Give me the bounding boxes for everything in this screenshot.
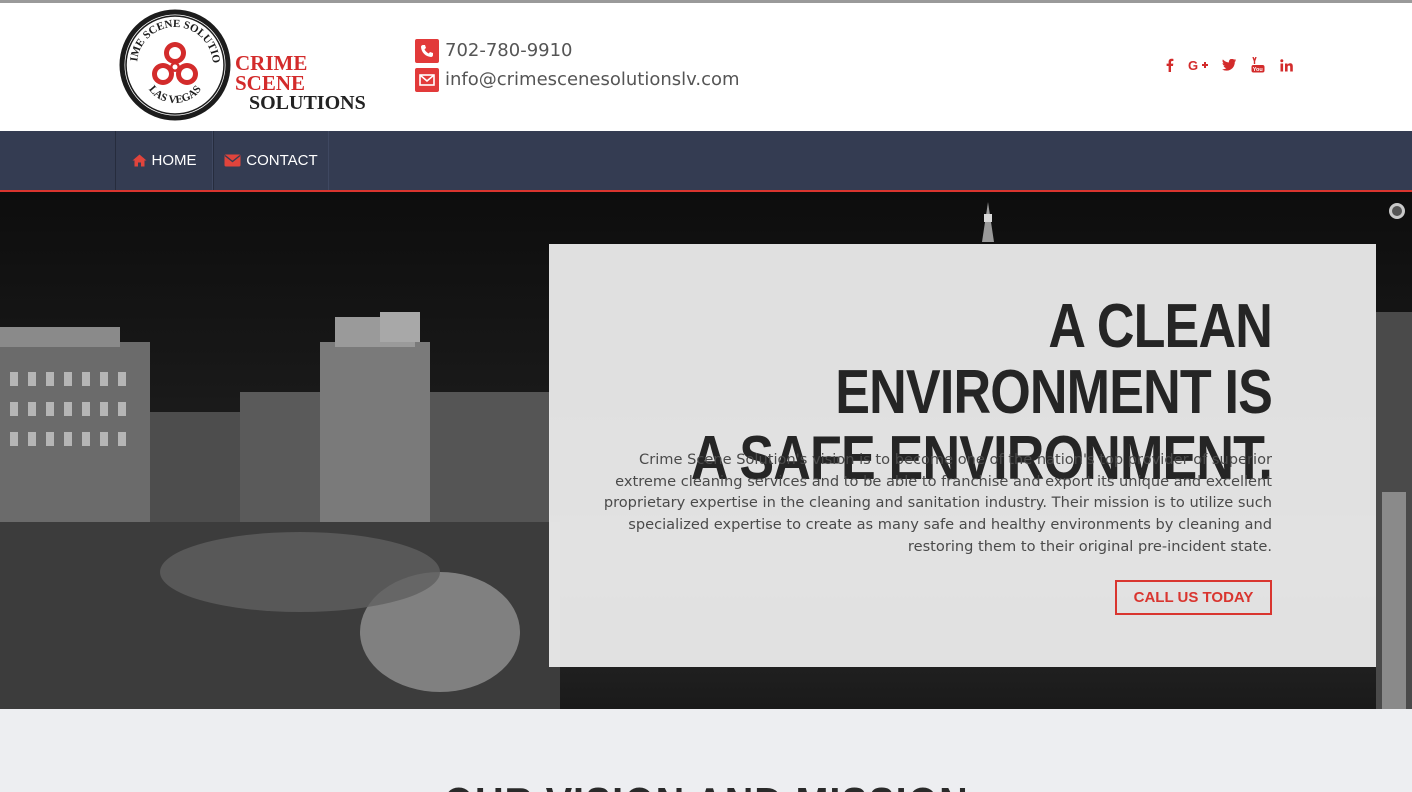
nav-item-contact[interactable]: CONTACT bbox=[213, 131, 329, 190]
section-title: OUR VISION AND MISSION bbox=[99, 777, 1313, 792]
vision-mission-section: OUR VISION AND MISSION bbox=[0, 709, 1412, 792]
nav-item-home[interactable]: HOME bbox=[115, 131, 213, 190]
phone-row[interactable]: 702-780-9910 bbox=[415, 36, 740, 65]
slider-pagination-dot[interactable] bbox=[1389, 203, 1405, 219]
main-nav: HOME CONTACT bbox=[0, 131, 1412, 192]
nav-item-label: CONTACT bbox=[246, 152, 318, 169]
call-us-today-button[interactable]: CALL US TODAY bbox=[1115, 580, 1272, 615]
hero-title-line1: A CLEAN ENVIRONMENT IS bbox=[835, 292, 1273, 427]
linkedin-icon[interactable] bbox=[1274, 55, 1298, 75]
social-links: G You bbox=[1160, 55, 1298, 75]
svg-text:You: You bbox=[1253, 67, 1263, 73]
site-logo[interactable]: CRIME SCENE SOLUTIONS LAS VEGAS CRIME SC… bbox=[119, 9, 379, 121]
site-header: CRIME SCENE SOLUTIONS LAS VEGAS CRIME SC… bbox=[0, 3, 1412, 131]
hero-slider: A CLEAN ENVIRONMENT IS A SAFE ENVIRONMEN… bbox=[0, 192, 1412, 709]
phone-icon bbox=[415, 38, 439, 63]
nav-item-label: HOME bbox=[151, 152, 197, 169]
logo-wordmark: CRIME SCENE SOLUTIONS bbox=[235, 51, 379, 114]
email-address[interactable]: info@crimescenesolutionslv.com bbox=[445, 69, 740, 90]
facebook-icon[interactable] bbox=[1160, 55, 1180, 75]
envelope-icon bbox=[415, 67, 439, 92]
hero-content-panel: A CLEAN ENVIRONMENT IS A SAFE ENVIRONMEN… bbox=[549, 244, 1376, 667]
twitter-icon[interactable] bbox=[1216, 55, 1242, 75]
youtube-icon[interactable]: You bbox=[1242, 55, 1274, 75]
phone-number[interactable]: 702-780-9910 bbox=[445, 40, 573, 61]
logo-wordmark-line2: SOLUTIONS bbox=[249, 92, 366, 114]
envelope-icon bbox=[224, 154, 241, 167]
logo-wordmark-line1: CRIME SCENE bbox=[235, 51, 308, 95]
svg-text:G: G bbox=[1188, 58, 1198, 72]
google-plus-icon[interactable]: G bbox=[1180, 55, 1216, 75]
home-icon bbox=[132, 154, 146, 167]
email-row[interactable]: info@crimescenesolutionslv.com bbox=[415, 65, 740, 94]
header-contact: 702-780-9910 info@crimescenesolutionslv.… bbox=[415, 36, 740, 94]
hero-description: Crime Scene Solution's vision is to beco… bbox=[603, 451, 1272, 555]
biohazard-logo-icon: CRIME SCENE SOLUTIONS LAS VEGAS bbox=[119, 9, 231, 121]
